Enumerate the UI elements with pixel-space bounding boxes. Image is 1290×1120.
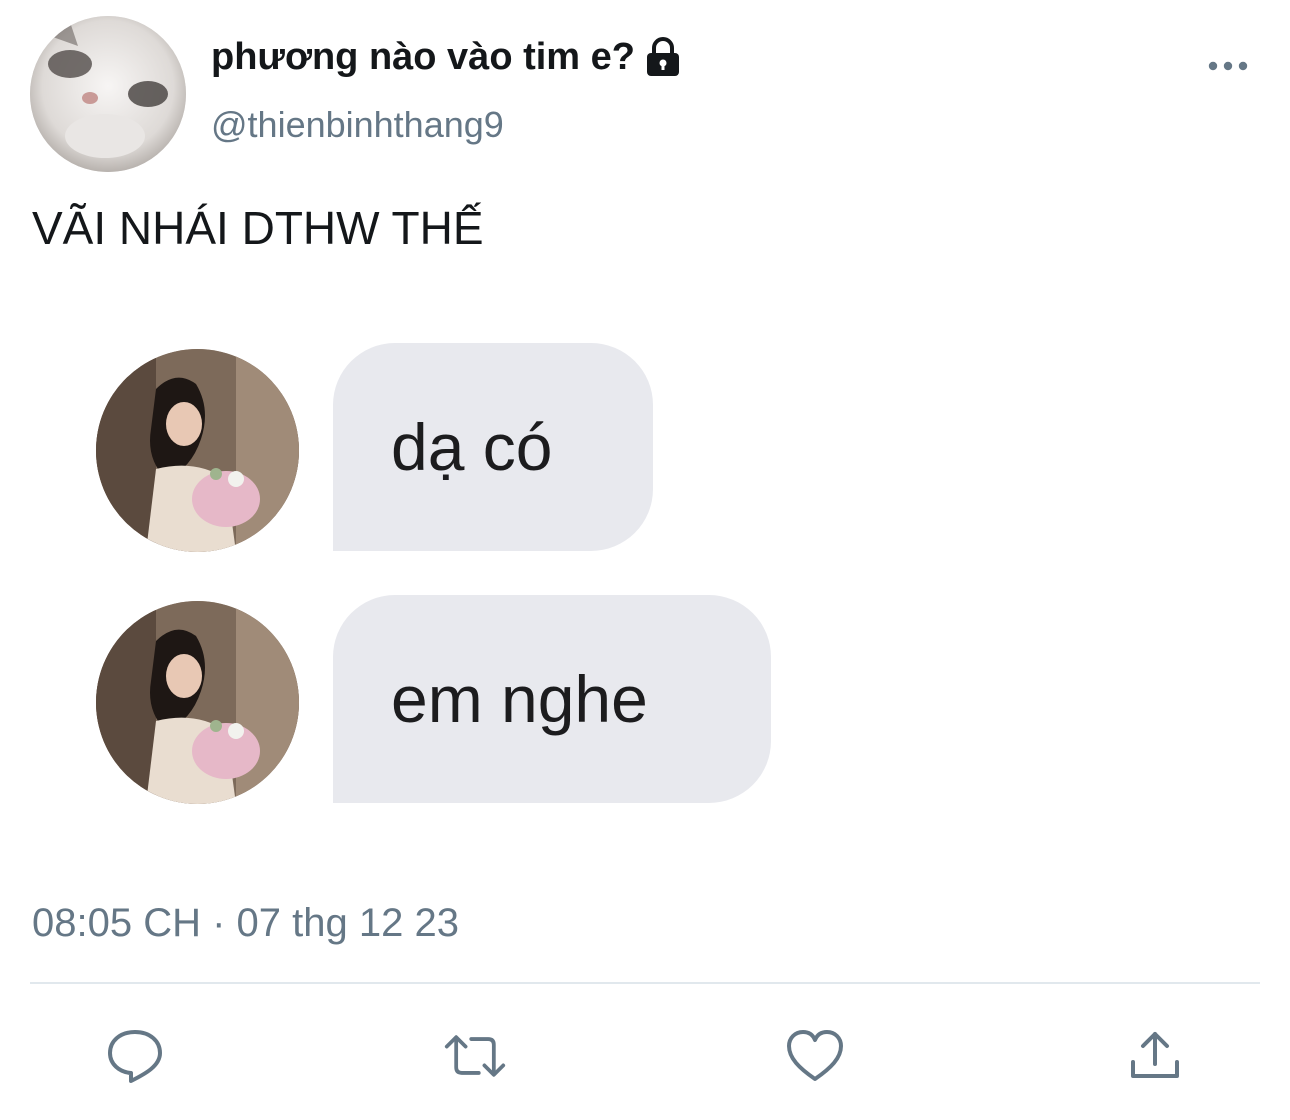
retweet-icon	[444, 1035, 506, 1077]
chat-avatar	[96, 349, 299, 552]
heart-icon	[787, 1030, 843, 1081]
tweet-timestamp[interactable]: 08:05 CH · 07 thg 12 23	[32, 898, 459, 948]
like-button[interactable]	[783, 1024, 847, 1088]
lock-icon	[645, 36, 681, 78]
cat-avatar-image	[30, 16, 186, 172]
share-icon	[1131, 1032, 1179, 1078]
display-name-text: phương nào vào tim e?	[211, 36, 635, 78]
reply-button[interactable]	[103, 1024, 167, 1088]
tweet-text: VÃI NHÁI DTHW THẾ	[32, 202, 484, 254]
divider	[30, 982, 1260, 984]
chat-bubble: dạ có	[333, 343, 653, 551]
woman-photo-image	[96, 601, 299, 804]
author-handle[interactable]: @thienbinhthang9	[211, 102, 504, 148]
author-avatar[interactable]	[30, 16, 186, 172]
tweet-media-image[interactable]: dạ có em nghe	[96, 340, 796, 810]
reply-icon	[108, 1030, 162, 1083]
more-options-button[interactable]	[1200, 48, 1256, 84]
chat-bubble: em nghe	[333, 595, 771, 803]
more-dots-icon	[1208, 61, 1248, 71]
chat-avatar	[96, 601, 299, 804]
retweet-button[interactable]	[443, 1024, 507, 1088]
author-display-name[interactable]: phương nào vào tim e?	[211, 32, 681, 82]
share-button[interactable]	[1123, 1024, 1187, 1088]
woman-photo-image	[96, 349, 299, 552]
